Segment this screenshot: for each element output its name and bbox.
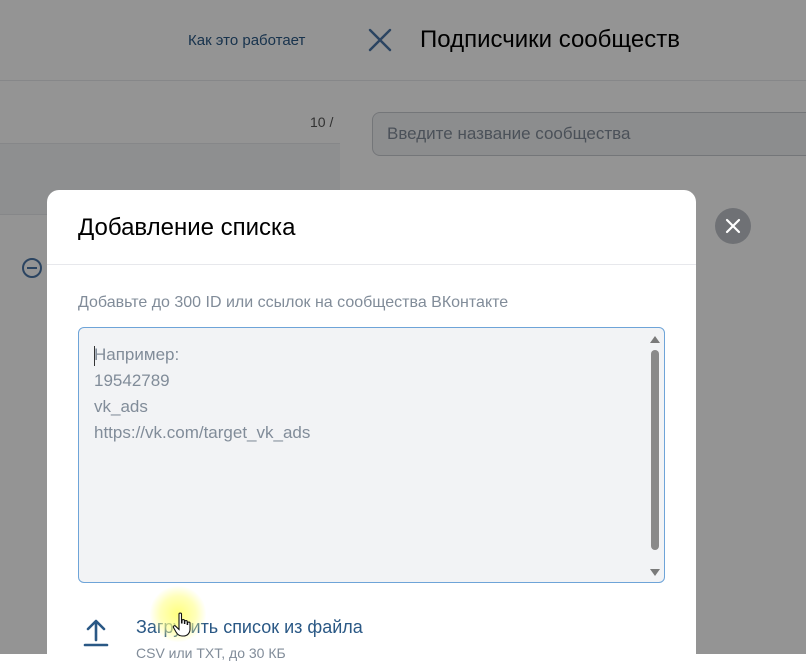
modal-title: Добавление списка	[78, 214, 296, 241]
upload-file-note: CSV или TXT, до 30 КБ	[136, 645, 286, 661]
text-caret	[94, 346, 95, 366]
hand-cursor-icon	[172, 612, 194, 638]
scroll-down-arrow-icon[interactable]	[650, 569, 660, 576]
add-list-modal: Добавление списка Добавьте до 300 ID или…	[47, 190, 696, 670]
textarea-scrollbar[interactable]	[647, 330, 663, 580]
scroll-up-arrow-icon[interactable]	[650, 336, 660, 343]
modal-hint: Добавьте до 300 ID или ссылок на сообщес…	[78, 294, 509, 311]
community-list-textarea-wrapper	[78, 327, 665, 583]
upload-arrow-icon[interactable]	[83, 618, 109, 648]
modal-header: Добавление списка	[47, 190, 696, 265]
close-icon	[725, 218, 741, 234]
scrollbar-thumb[interactable]	[651, 350, 659, 550]
modal-close-button[interactable]	[715, 208, 751, 244]
community-list-textarea[interactable]	[79, 328, 649, 582]
